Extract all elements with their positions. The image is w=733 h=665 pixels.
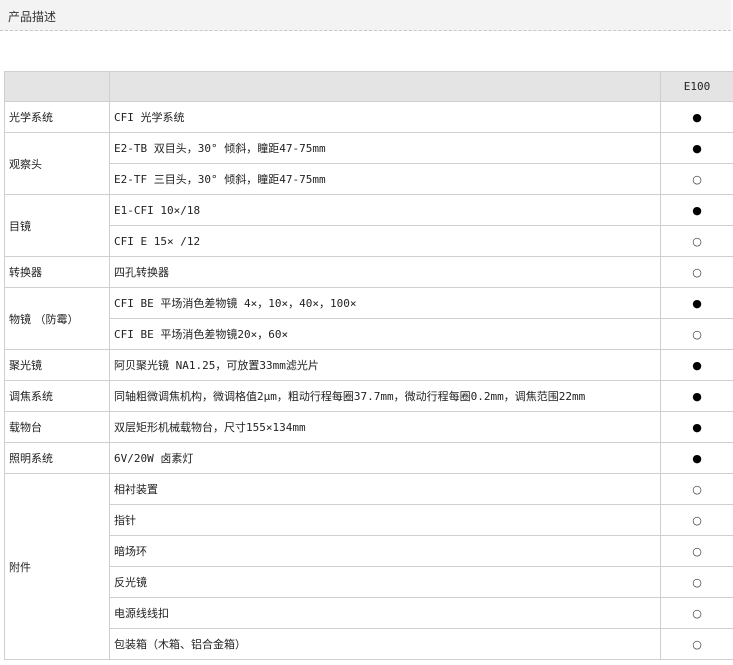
standard-mark-icon: ● [692,203,702,217]
description-cell: 暗场环 [109,535,661,567]
table-row: E2-TF 三目头，30° 倾斜，瞳距47-75mm ○ [5,163,733,195]
table-row: 电源线线扣 ○ [5,597,733,629]
description-cell: 电源线线扣 [109,597,661,629]
category-cell: 照明系统 [4,442,110,474]
optional-mark-icon: ○ [692,234,702,248]
availability-cell: ● [660,349,733,381]
description-cell: 相衬装置 [109,473,661,505]
optional-mark-icon: ○ [692,265,702,279]
description-cell: 指针 [109,504,661,536]
header-empty-cell [109,71,661,102]
optional-mark-icon: ○ [692,637,702,651]
description-cell: 6V/20W 卤素灯 [109,442,661,474]
table-row: 载物台 双层矩形机械载物台，尺寸155×134mm ● [4,411,733,443]
category-cell: 观察头 [4,132,110,195]
category-cell: 聚光镜 [4,349,110,381]
description-cell: 包装箱（木箱、铝合金箱） [109,628,661,660]
description-cell: CFI BE 平场消色差物镜 4×，10×，40×，100× [109,287,661,319]
category-cell: 附件 [4,473,110,660]
category-cell: 目镜 [4,194,110,257]
table-row: 包装箱（木箱、铝合金箱） ○ [5,628,733,660]
category-cell: 转换器 [4,256,110,288]
description-cell: E2-TB 双目头，30° 倾斜，瞳距47-75mm [109,132,661,164]
section-title-bar: 产品描述 [0,0,731,31]
availability-cell: ○ [660,535,733,567]
table-row: 反光镜 ○ [5,566,733,598]
optional-mark-icon: ○ [692,544,702,558]
availability-cell: ○ [660,566,733,598]
standard-mark-icon: ● [692,358,702,372]
availability-cell: ○ [660,473,733,505]
table-row: 照明系统 6V/20W 卤素灯 ● [4,442,733,474]
category-cell: 调焦系统 [4,380,110,412]
availability-cell: ● [660,101,733,133]
table-row: 调焦系统 同轴粗微调焦机构，微调格值2μm，粗动行程每圈37.7mm，微动行程每圈… [4,380,733,412]
spec-table: E100 光学系统 CFI 光学系统 ● 观察头 E2-TB 双目头，30° 倾斜，瞳距… [4,71,733,660]
availability-cell: ● [660,411,733,443]
table-row: 目镜 E1-CFI 10×/18 ● [4,194,733,257]
optional-mark-icon: ○ [692,513,702,527]
table-row: 指针 ○ [5,504,733,536]
category-cell: 物镜 （防霉） [4,287,110,350]
availability-cell: ● [660,194,733,226]
standard-mark-icon: ● [692,296,702,310]
optional-mark-icon: ○ [692,327,702,341]
availability-cell: ● [660,132,733,164]
header-empty-cell [4,71,110,102]
category-cell: 光学系统 [4,101,110,133]
section-title: 产品描述 [8,10,57,24]
standard-mark-icon: ● [692,389,702,403]
availability-cell: ○ [660,597,733,629]
standard-mark-icon: ● [692,110,702,124]
availability-cell: ● [660,380,733,412]
standard-mark-icon: ● [692,451,702,465]
table-row: 聚光镜 阿贝聚光镜 NA1.25，可放置33mm滤光片 ● [4,349,733,381]
description-cell: 四孔转换器 [109,256,661,288]
description-cell: 反光镜 [109,566,661,598]
table-row: 观察头 E2-TB 双目头，30° 倾斜，瞳距47-75mm ● [4,132,733,195]
category-cell: 载物台 [4,411,110,443]
description-cell: CFI 光学系统 [109,101,661,133]
description-cell: E1-CFI 10×/18 [109,194,661,226]
description-cell: 阿贝聚光镜 NA1.25，可放置33mm滤光片 [109,349,661,381]
optional-mark-icon: ○ [692,172,702,186]
standard-mark-icon: ● [692,141,702,155]
description-cell: CFI BE 平场消色差物镜20×，60× [109,318,661,350]
availability-cell: ○ [660,628,733,660]
availability-cell: ● [660,442,733,474]
availability-cell: ● [660,287,733,319]
standard-mark-icon: ● [692,420,702,434]
table-row: 转换器 四孔转换器 ○ [4,256,733,288]
description-cell: E2-TF 三目头，30° 倾斜，瞳距47-75mm [109,163,661,195]
optional-mark-icon: ○ [692,482,702,496]
table-row: 附件 相衬装置 ○ [4,473,733,660]
description-cell: 同轴粗微调焦机构，微调格值2μm，粗动行程每圈37.7mm，微动行程每圈0.2m… [109,380,661,412]
table-row: 物镜 （防霉） CFI BE 平场消色差物镜 4×，10×，40×，100× ● [4,287,733,350]
table-row: CFI BE 平场消色差物镜20×，60× ○ [5,318,733,350]
optional-mark-icon: ○ [692,575,702,589]
optional-mark-icon: ○ [692,606,702,620]
table-row: 暗场环 ○ [5,535,733,567]
table-row: CFI E 15× /12 ○ [5,225,733,257]
availability-cell: ○ [660,225,733,257]
description-cell: 双层矩形机械载物台，尺寸155×134mm [109,411,661,443]
availability-cell: ○ [660,318,733,350]
availability-cell: ○ [660,163,733,195]
availability-cell: ○ [660,504,733,536]
table-header-row: E100 [4,71,733,102]
model-header: E100 [660,71,733,102]
table-row: 光学系统 CFI 光学系统 ● [4,101,733,133]
availability-cell: ○ [660,256,733,288]
description-cell: CFI E 15× /12 [109,225,661,257]
